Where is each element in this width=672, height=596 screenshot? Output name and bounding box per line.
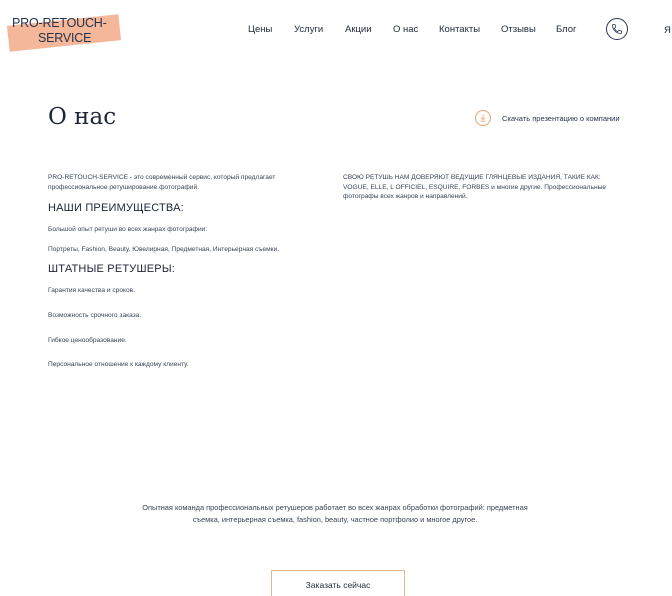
download-label: Скачать презентацию о компании — [502, 113, 620, 123]
about-right-column: СВОЮ РЕТУШЬ НАМ ДОВЕРЯЮТ ВЕДУЩИЕ ГЛЯНЦЕВ… — [343, 173, 613, 202]
staff-item: Гарантия качества и сроков. — [48, 287, 135, 295]
phone-button[interactable] — [606, 18, 628, 40]
nav-item-promotions[interactable]: Акции — [345, 24, 372, 35]
nav-item-prices[interactable]: Цены — [248, 24, 272, 35]
advantages-heading: НАШИ ПРЕИМУЩЕСТВА: — [48, 202, 184, 215]
language-switch[interactable]: Я — [664, 25, 671, 36]
staff-item: Возможность срочного заказа. — [48, 311, 142, 319]
page-title: О нас — [48, 104, 117, 130]
clients-text: СВОЮ РЕТУШЬ НАМ ДОВЕРЯЮТ ВЕДУЩИЕ ГЛЯНЦЕВ… — [343, 174, 607, 201]
advantage-item: Большой опыт ретуши во всех жанрах фотог… — [48, 226, 208, 234]
logo-line-1: PRO-RETOUCH- — [12, 16, 107, 30]
nav-item-reviews[interactable]: Отзывы — [501, 24, 536, 35]
staff-item: Персональное отношение к каждому клиенту… — [48, 361, 189, 369]
download-icon — [475, 110, 491, 126]
logo-line-2: SERVICE — [38, 31, 92, 45]
advantage-item: Портреты, Fashion, Beauty, Ювелирная, Пр… — [48, 245, 280, 253]
about-left-column: PRO-RETOUCH-SERVICE - это современный се… — [48, 173, 303, 370]
nav-item-about[interactable]: О нас — [393, 24, 418, 35]
logo[interactable]: PRO-RETOUCH- SERVICE — [6, 14, 122, 52]
download-presentation-link[interactable]: Скачать презентацию о компании — [475, 110, 620, 126]
team-description: Опытная команда профессиональных ретушер… — [142, 503, 528, 524]
staff-heading: ШТАТНЫЕ РЕТУШЕРЫ: — [48, 263, 176, 276]
nav-item-blog[interactable]: Блог — [556, 24, 577, 35]
order-now-button[interactable]: Заказать сейчас — [271, 570, 405, 596]
nav-item-contacts[interactable]: Контакты — [439, 24, 480, 35]
nav-item-services[interactable]: Услуги — [294, 24, 323, 35]
intro-text: PRO-RETOUCH-SERVICE - это современный се… — [48, 174, 276, 191]
staff-item: Гибкое ценообразование. — [48, 336, 127, 344]
phone-icon — [612, 24, 622, 34]
